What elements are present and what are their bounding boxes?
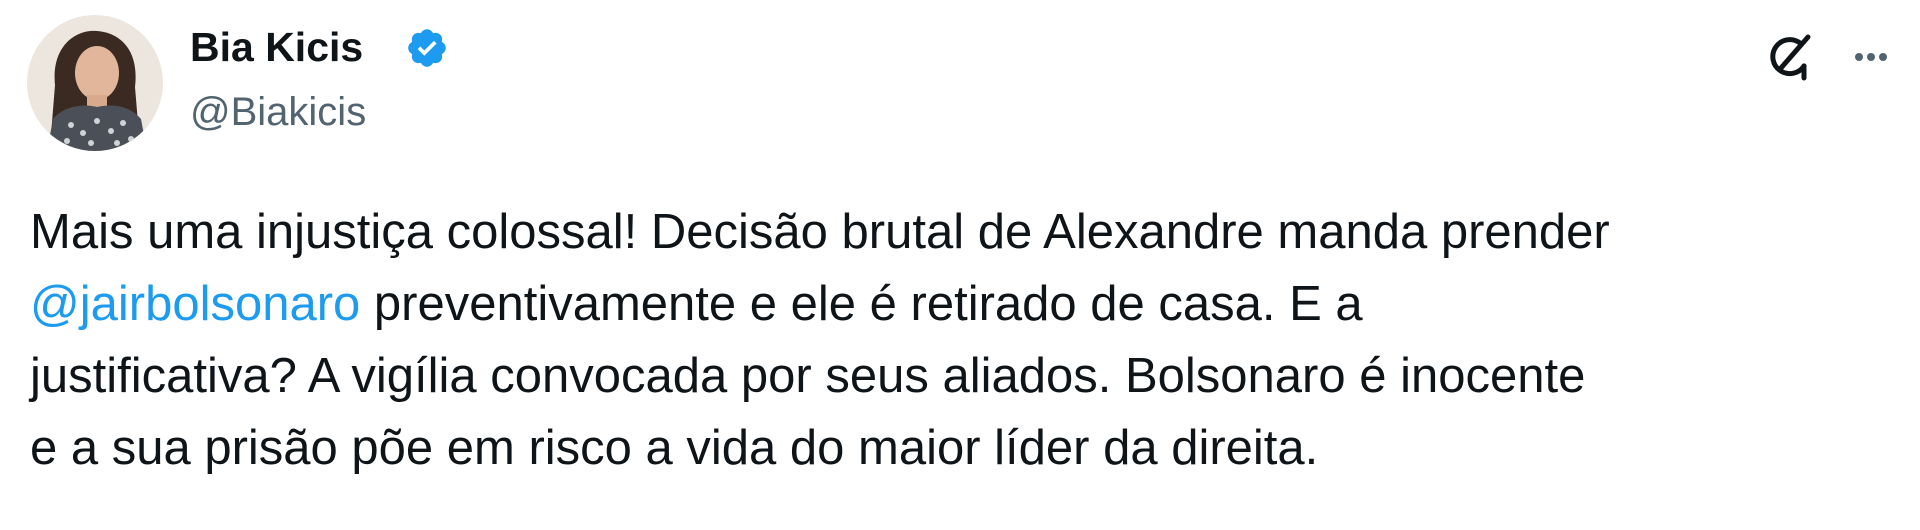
author-handle[interactable]: @Biakicis xyxy=(190,88,366,136)
author-display-name[interactable]: Bia Kicis xyxy=(190,22,363,72)
mention-link[interactable]: @jairbolsonaro xyxy=(30,277,360,331)
grok-icon[interactable] xyxy=(1760,28,1818,86)
more-options-icon[interactable] xyxy=(1842,28,1900,86)
tweet-text-line: @jairbolsonaro preventivamente e ele é r… xyxy=(30,268,1900,340)
tweet-text-line: e a sua prisão põe em risco a vida do ma… xyxy=(30,421,1319,475)
tweet-card: Bia Kicis @Biakicis Mais uma injustiça c… xyxy=(0,0,1920,530)
tweet-text: Mais uma injustiça colossal! Decisão bru… xyxy=(30,196,1900,484)
verified-badge-icon xyxy=(405,26,449,70)
tweet-text-segment: preventivamente e ele é retirado de casa… xyxy=(360,277,1363,331)
tweet-text-line: Mais uma injustiça colossal! Decisão bru… xyxy=(30,205,1610,259)
avatar[interactable] xyxy=(27,15,163,151)
tweet-text-line: justificativa? A vigília convocada por s… xyxy=(30,349,1586,403)
